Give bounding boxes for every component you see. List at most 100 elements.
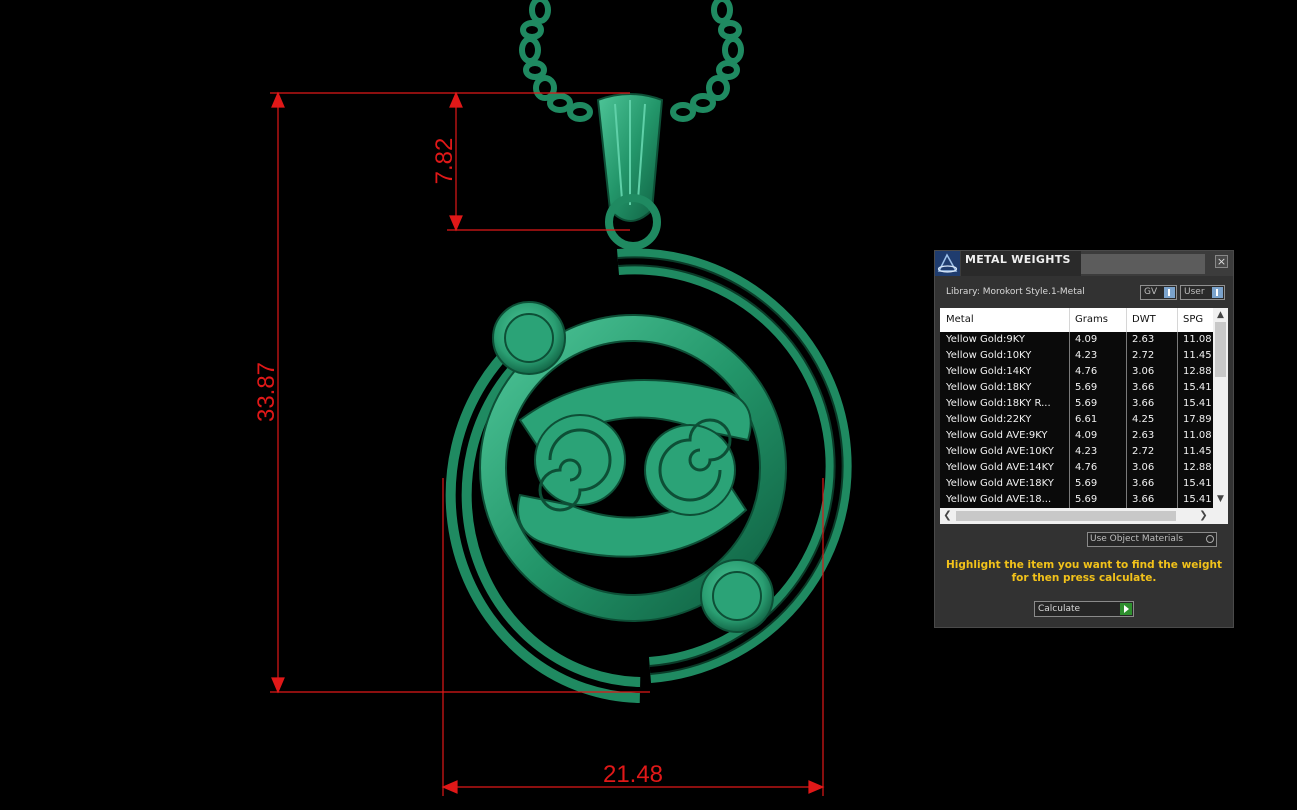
table-row[interactable]: Yellow Gold:10KY 4.23 2.72 11.45 xyxy=(940,348,1213,364)
bail-dimension-label: 7.82 xyxy=(431,138,458,185)
column-divider[interactable] xyxy=(1069,308,1070,332)
table-row[interactable]: Yellow Gold AVE:10KY 4.23 2.72 11.45 xyxy=(940,444,1213,460)
column-header-dwt[interactable]: DWT xyxy=(1132,314,1156,325)
table-row[interactable]: Yellow Gold:22KY 6.61 4.25 17.89 xyxy=(940,412,1213,428)
row-divider xyxy=(1126,348,1127,364)
cell-grams: 4.76 xyxy=(1075,366,1098,377)
row-divider xyxy=(1069,396,1070,412)
column-header-grams[interactable]: Grams xyxy=(1075,314,1108,325)
close-button[interactable]: × xyxy=(1215,255,1228,268)
row-divider xyxy=(1069,348,1070,364)
row-divider xyxy=(1126,476,1127,492)
gem-top-left xyxy=(492,301,566,375)
panel-titlebar[interactable]: METAL WEIGHTS × xyxy=(935,251,1233,276)
column-divider[interactable] xyxy=(1177,308,1178,332)
row-divider xyxy=(1177,476,1178,492)
cell-grams: 4.23 xyxy=(1075,350,1098,361)
radio-circle-icon xyxy=(1206,535,1214,543)
gv-toggle[interactable]: GV xyxy=(1140,285,1177,300)
title-drag-area[interactable] xyxy=(1081,254,1205,274)
height-dimension-label: 33.87 xyxy=(253,362,280,422)
width-dimension-label: 21.48 xyxy=(603,761,663,788)
use-object-materials-label: Use Object Materials xyxy=(1090,534,1184,544)
horizontal-scroll-thumb[interactable] xyxy=(956,511,1176,521)
scroll-up-icon[interactable]: ▲ xyxy=(1213,308,1228,322)
scroll-left-icon[interactable]: ❮ xyxy=(940,508,955,524)
cell-spg: 15.41 xyxy=(1183,494,1212,505)
table-row[interactable]: Yellow Gold:14KY 4.76 3.06 12.88 xyxy=(940,364,1213,380)
table-row[interactable]: Yellow Gold AVE:18KY 5.69 3.66 15.41 xyxy=(940,476,1213,492)
metal-weights-panel: METAL WEIGHTS × Library: Morokort Style.… xyxy=(934,250,1234,628)
gem-bottom-right xyxy=(700,559,774,633)
instruction-line-2: for then press calculate. xyxy=(1011,572,1157,584)
instruction-line-1: Highlight the item you want to find the … xyxy=(946,559,1222,571)
cell-grams: 5.69 xyxy=(1075,478,1098,489)
row-divider xyxy=(1126,364,1127,380)
cell-dwt: 3.66 xyxy=(1132,398,1155,409)
table-header: Metal Grams DWT SPG xyxy=(940,308,1213,332)
use-object-materials-dropdown[interactable]: Use Object Materials xyxy=(1087,532,1217,547)
table-row[interactable]: Yellow Gold AVE:14KY 4.76 3.06 12.88 xyxy=(940,460,1213,476)
panel-title: METAL WEIGHTS xyxy=(965,253,1071,266)
row-divider xyxy=(1177,348,1178,364)
row-divider xyxy=(1126,444,1127,460)
table-row[interactable]: Yellow Gold:18KY R... 5.69 3.66 15.41 xyxy=(940,396,1213,412)
cell-dwt: 2.63 xyxy=(1132,334,1155,345)
cell-metal: Yellow Gold:9KY xyxy=(946,334,1025,345)
chain-left xyxy=(519,0,593,122)
cell-grams: 6.61 xyxy=(1075,414,1098,425)
row-divider xyxy=(1177,380,1178,396)
gemvision-logo-icon xyxy=(935,251,960,276)
row-divider xyxy=(1126,460,1127,476)
cell-metal: Yellow Gold AVE:9KY xyxy=(946,430,1048,441)
cell-metal: Yellow Gold:10KY xyxy=(946,350,1032,361)
cell-grams: 4.23 xyxy=(1075,446,1098,457)
row-divider xyxy=(1177,364,1178,380)
table-row[interactable]: Yellow Gold:9KY 4.09 2.63 11.08 xyxy=(940,332,1213,348)
column-divider[interactable] xyxy=(1126,308,1127,332)
play-arrow-icon xyxy=(1120,603,1132,615)
row-divider xyxy=(1069,364,1070,380)
metal-weights-table[interactable]: Metal Grams DWT SPG Yellow Gold:9KY 4.09 2… xyxy=(940,308,1228,524)
user-toggle[interactable]: User xyxy=(1180,285,1225,300)
cell-dwt: 3.66 xyxy=(1132,382,1155,393)
horizontal-scrollbar[interactable]: ❮ ❯ xyxy=(940,508,1228,524)
cell-grams: 4.09 xyxy=(1075,430,1098,441)
cell-grams: 5.69 xyxy=(1075,382,1098,393)
scroll-down-icon[interactable]: ▼ xyxy=(1213,492,1228,506)
row-divider xyxy=(1177,396,1178,412)
gv-toggle-label: GV xyxy=(1144,287,1158,297)
vertical-scrollbar[interactable]: ▲ ▼ xyxy=(1213,308,1228,508)
column-header-metal[interactable]: Metal xyxy=(946,314,974,325)
table-row[interactable]: Yellow Gold AVE:18... 5.69 3.66 15.41 xyxy=(940,492,1213,508)
cell-metal: Yellow Gold AVE:14KY xyxy=(946,462,1054,473)
cell-spg: 17.89 xyxy=(1183,414,1212,425)
cell-dwt: 3.06 xyxy=(1132,462,1155,473)
row-divider xyxy=(1069,412,1070,428)
cell-grams: 5.69 xyxy=(1075,398,1098,409)
vertical-scroll-thumb[interactable] xyxy=(1215,322,1226,377)
row-divider xyxy=(1126,412,1127,428)
row-divider xyxy=(1177,412,1178,428)
cell-spg: 11.45 xyxy=(1183,446,1212,457)
row-divider xyxy=(1126,332,1127,348)
calculate-button[interactable]: Calculate xyxy=(1034,601,1134,617)
cell-grams: 4.09 xyxy=(1075,334,1098,345)
scroll-right-icon[interactable]: ❯ xyxy=(1196,508,1211,524)
chain-right xyxy=(670,0,744,122)
cell-spg: 15.41 xyxy=(1183,398,1212,409)
cell-spg: 11.08 xyxy=(1183,334,1212,345)
row-divider xyxy=(1069,460,1070,476)
row-divider xyxy=(1069,380,1070,396)
row-divider xyxy=(1069,428,1070,444)
bail xyxy=(596,93,664,250)
cell-metal: Yellow Gold:18KY R... xyxy=(946,398,1051,409)
cell-dwt: 3.06 xyxy=(1132,366,1155,377)
table-row[interactable]: Yellow Gold:18KY 5.69 3.66 15.41 xyxy=(940,380,1213,396)
cell-grams: 4.76 xyxy=(1075,462,1098,473)
row-divider xyxy=(1069,444,1070,460)
column-header-spg[interactable]: SPG xyxy=(1183,314,1203,325)
table-row[interactable]: Yellow Gold AVE:9KY 4.09 2.63 11.08 xyxy=(940,428,1213,444)
cell-metal: Yellow Gold:14KY xyxy=(946,366,1032,377)
row-divider xyxy=(1126,380,1127,396)
